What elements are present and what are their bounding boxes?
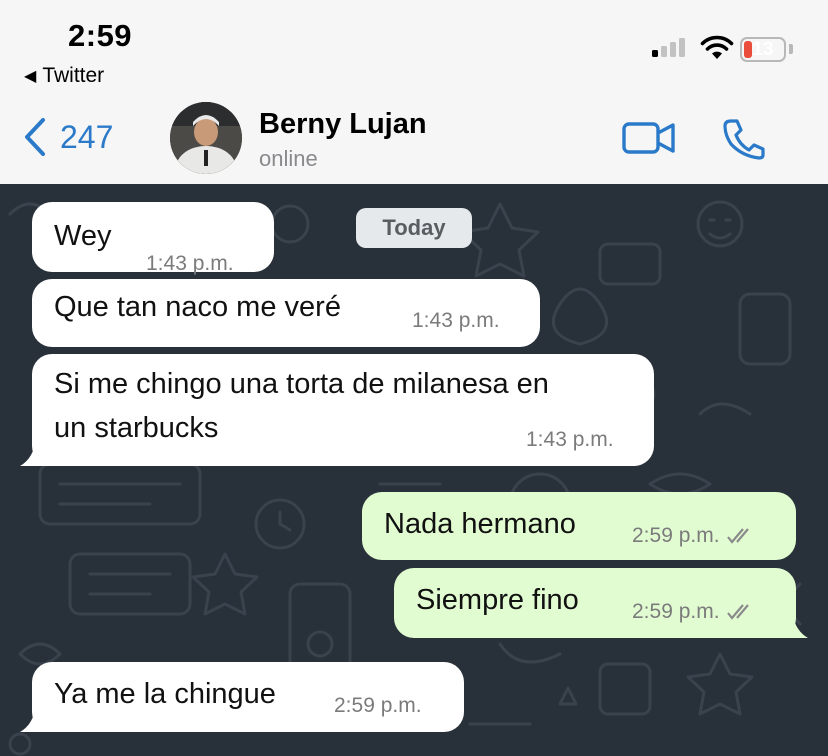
message-text-line-1: Si me chingo una torta de milanesa en: [54, 368, 549, 400]
contact-status: online: [259, 146, 318, 171]
message-time: 2:59 p.m.: [632, 524, 756, 548]
status-time: 2:59: [68, 18, 133, 53]
message-text: Ya me la chingue: [54, 678, 276, 710]
double-check-read-icon: [726, 604, 749, 620]
message-time: 2:59 p.m.: [632, 600, 756, 624]
bubble-tail: [20, 704, 54, 732]
signal-icon: [652, 38, 685, 57]
avatar[interactable]: [170, 102, 242, 174]
back-button[interactable]: 247: [24, 118, 113, 156]
message-text: Nada hermano: [384, 508, 576, 540]
back-triangle-icon: ◀: [24, 68, 37, 85]
contact-name[interactable]: Berny Lujan: [259, 108, 427, 141]
message-time: 1:43 p.m.: [146, 252, 234, 275]
message-bubble-incoming[interactable]: Wey 1:43 p.m.: [32, 202, 274, 275]
battery-cap: [789, 44, 793, 54]
message-text: Wey: [54, 220, 112, 252]
chat-area[interactable]: Today Wey 1:43 p.m. Que tan naco me veré…: [0, 184, 828, 756]
message-bubble-outgoing[interactable]: Nada hermano 2:59 p.m.: [362, 492, 796, 560]
video-call-icon[interactable]: [622, 120, 676, 156]
message-bubble-incoming[interactable]: Que tan naco me veré 1:43 p.m.: [32, 279, 540, 347]
message-time: 1:43 p.m.: [412, 309, 500, 332]
battery-icon: 13: [740, 37, 786, 62]
unread-count: 247: [60, 118, 114, 155]
message-text-line-2: un starbucks: [54, 412, 219, 444]
double-check-read-icon: [726, 528, 749, 544]
bubble-tail: [20, 438, 54, 466]
date-chip: Today: [356, 208, 472, 248]
message-time: 2:59 p.m.: [334, 694, 422, 717]
message-bubble-incoming[interactable]: Ya me la chingue 2:59 p.m.: [32, 662, 464, 732]
battery-level: 13: [752, 39, 774, 60]
message-text: Siempre fino: [416, 584, 579, 616]
wifi-icon: [700, 35, 734, 59]
chat-header: 247 Berny Lujan online: [0, 100, 828, 184]
phone-icon[interactable]: [722, 118, 766, 160]
chevron-left-icon: [25, 118, 45, 156]
status-bar: 2:59 ◀ Twitter 13: [0, 0, 828, 100]
message-bubble-incoming[interactable]: Si me chingo una torta de milanesa en un…: [32, 354, 654, 466]
message-time: 1:43 p.m.: [526, 428, 614, 451]
back-to-app-link[interactable]: ◀ Twitter: [24, 64, 104, 88]
back-app-label: Twitter: [42, 64, 105, 87]
message-text: Que tan naco me veré: [54, 291, 341, 323]
bubble-tail: [776, 610, 808, 638]
message-bubble-outgoing[interactable]: Siempre fino 2:59 p.m.: [394, 568, 796, 638]
